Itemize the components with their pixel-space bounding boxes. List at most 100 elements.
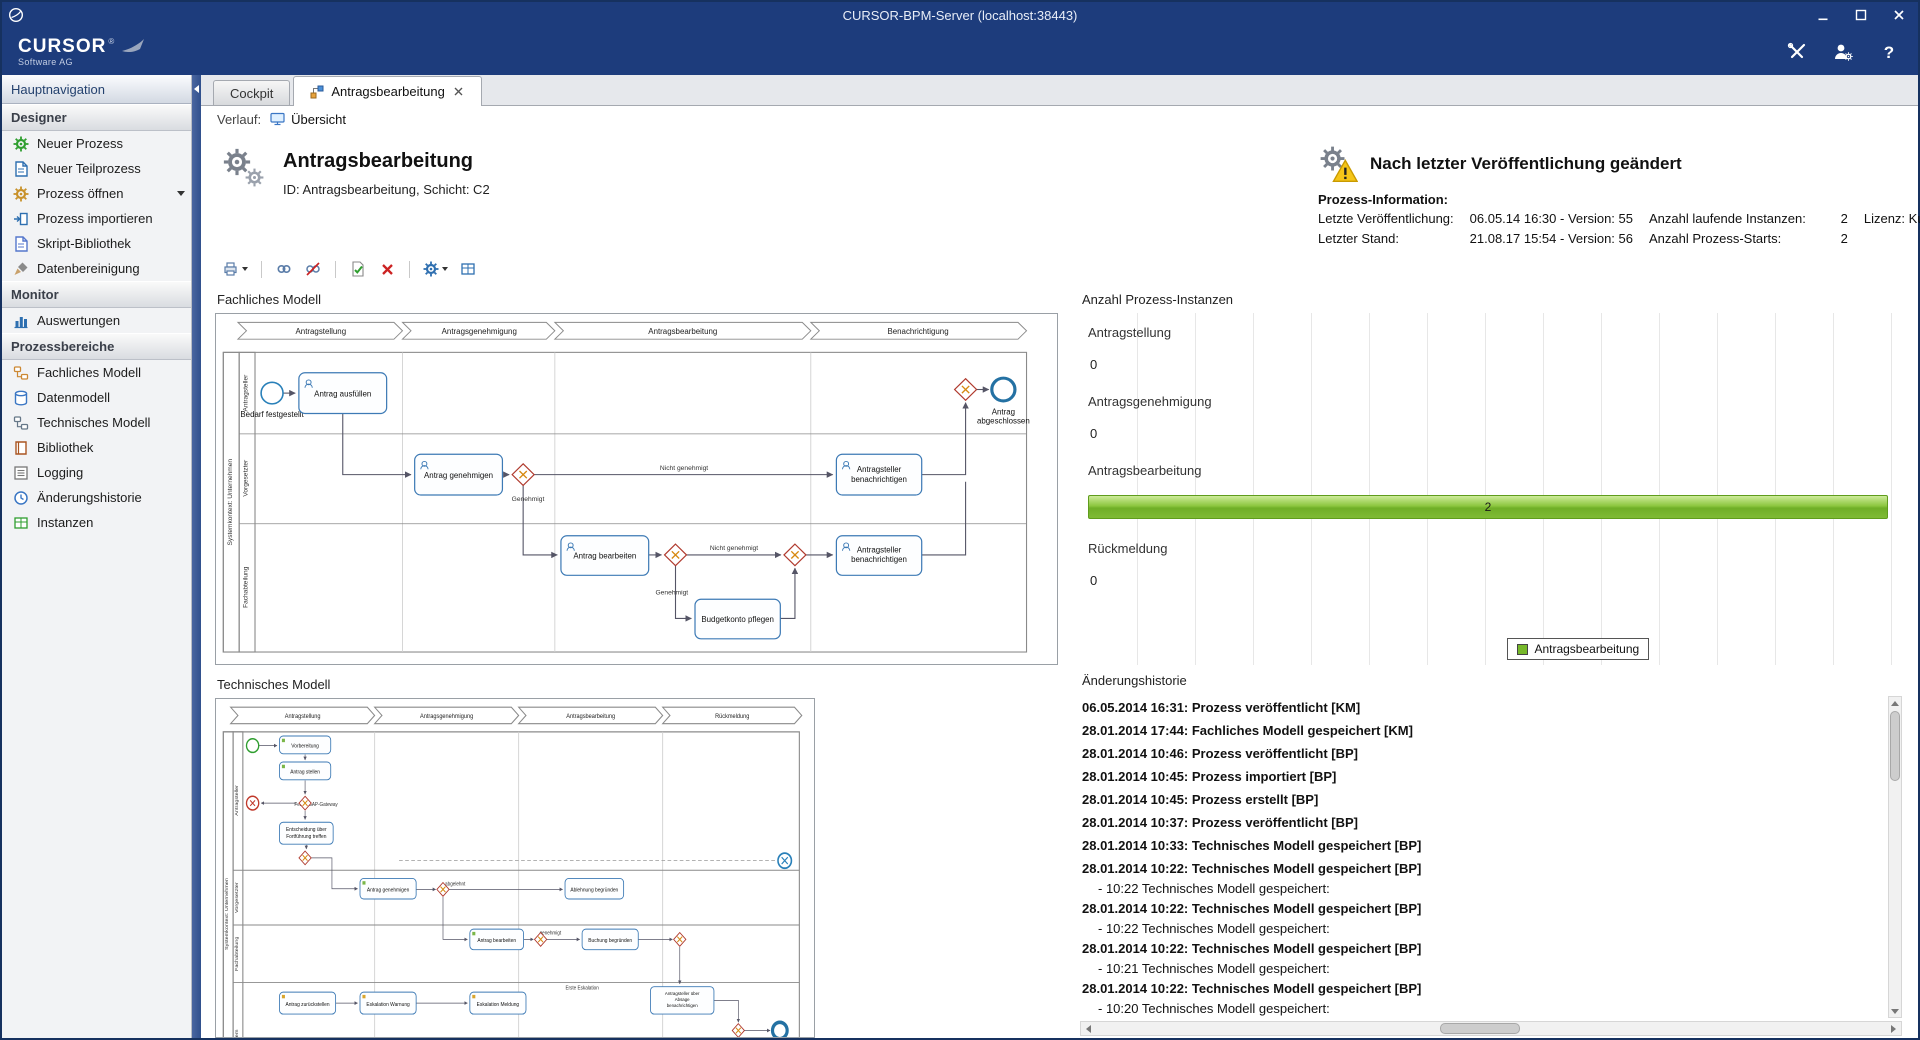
validate-button[interactable] (346, 257, 370, 281)
sidebar-item-datenmodell[interactable]: Datenmodell (2, 385, 191, 410)
export-button[interactable] (219, 257, 251, 281)
scroll-left-icon[interactable] (1081, 1022, 1096, 1035)
task: Vorbereitung (279, 736, 330, 754)
tab-cockpit[interactable]: Cockpit (213, 80, 290, 105)
svg-text:Antragsbearbeitung: Antragsbearbeitung (648, 327, 717, 336)
svg-text:Antragsteller: Antragsteller (243, 374, 250, 412)
sequence-flows (283, 390, 989, 619)
overview-icon (270, 112, 285, 126)
history-scrollbar[interactable] (1888, 696, 1902, 1018)
svg-text:Antrag zurückstellen: Antrag zurückstellen (285, 1002, 329, 1008)
gateway (299, 851, 311, 865)
help-icon[interactable]: ? (1876, 39, 1902, 65)
process-info-block: Nach letzter Veröffentlichung geändert P… (1318, 144, 1906, 248)
toolbar (201, 252, 1918, 286)
svg-text:Systemkontext: Unternehmen: Systemkontext: Unternehmen (227, 459, 234, 546)
technical-model-panel[interactable]: Antragstellung Antragsgenehmigung Antrag… (215, 698, 815, 1038)
tools-icon[interactable] (1784, 39, 1810, 65)
toolbar-separator (409, 261, 410, 278)
svg-text:Entscheidung überFortführung t: Entscheidung überFortführung treffen (286, 827, 327, 840)
svg-text:Antragsgenehmigung: Antragsgenehmigung (420, 714, 473, 720)
sidebar-item-neuer-teilprozess[interactable]: Neuer Teilprozess (2, 156, 191, 181)
running-instances-value: 2 (1822, 210, 1848, 228)
horizontal-scrollbar[interactable] (1080, 1021, 1902, 1036)
business-model-title: Fachliches Modell (217, 292, 1060, 307)
technical-model-diagram: Antragstellung Antragsgenehmigung Antrag… (216, 699, 814, 1038)
svg-text:Antragsbearbeitung: Antragsbearbeitung (566, 714, 615, 720)
title-bar: CURSOR-BPM-Server (localhost:38443) (2, 2, 1918, 28)
svg-text:Systemkontext: Unternehmen: Systemkontext: Unternehmen (224, 878, 230, 950)
sidebar-item-prozess-oeffnen[interactable]: Prozess öffnen (2, 181, 191, 206)
svg-text:Rückmeldung: Rückmeldung (715, 714, 749, 720)
sidebar-section-designer[interactable]: Designer (2, 104, 191, 131)
sidebar-item-technisches-modell[interactable]: Technisches Modell (2, 410, 191, 435)
task-antrag-ausfuellen: Antrag ausfüllen (299, 373, 387, 414)
svg-text:Buchung begründen: Buchung begründen (588, 938, 632, 944)
unlink-button[interactable] (301, 257, 325, 281)
technical-model-icon (13, 415, 29, 431)
user-settings-icon[interactable] (1830, 39, 1856, 65)
chart-value: 0 (1088, 426, 1892, 441)
gateway (955, 379, 977, 401)
task-antragsteller-benachrichtigen-1: Antragstellerbenachrichtigen (836, 454, 921, 495)
scrollbar-thumb[interactable] (1890, 711, 1900, 781)
sidebar-collapse-handle[interactable] (192, 75, 201, 1038)
scroll-right-icon[interactable] (1886, 1022, 1901, 1035)
sidebar-item-fachliches-modell[interactable]: Fachliches Modell (2, 360, 191, 385)
tab-close-icon[interactable] (452, 85, 465, 98)
sidebar-item-prozess-importieren[interactable]: Prozess importieren (2, 206, 191, 231)
sidebar-section-prozessbereiche[interactable]: Prozessbereiche (2, 333, 191, 360)
svg-text:abgelehnt: abgelehnt (445, 881, 466, 887)
sidebar-item-instanzen[interactable]: Instanzen (2, 510, 191, 535)
app-window: CURSOR-BPM-Server (localhost:38443) CURS… (0, 0, 1920, 1040)
svg-text:Antragsgenehmigung: Antragsgenehmigung (442, 327, 517, 336)
process-gears-icon (219, 144, 267, 192)
sidebar-item-neuer-prozess[interactable]: Neuer Prozess (2, 131, 191, 156)
brand-logo: CURSOR ® Software AG (18, 37, 146, 67)
breadcrumb-item-uebersicht[interactable]: Übersicht (270, 112, 346, 127)
close-button[interactable] (1880, 2, 1918, 28)
error-event (247, 796, 259, 810)
scroll-down-icon[interactable] (1890, 1005, 1900, 1017)
tab-antragsbearbeitung[interactable]: Antragsbearbeitung (293, 76, 481, 106)
sidebar-item-auswertungen[interactable]: Auswertungen (2, 308, 191, 333)
history-entry: 28.01.2014 10:22: Technisches Modell ges… (1082, 897, 1888, 937)
sidebar-section-monitor[interactable]: Monitor (2, 281, 191, 308)
settings-button[interactable] (420, 257, 451, 281)
sidebar-item-skript-bibliothek[interactable]: Skript-Bibliothek (2, 231, 191, 256)
maximize-button[interactable] (1842, 2, 1880, 28)
sidebar-item-datenbereinigung[interactable]: Datenbereinigung (2, 256, 191, 281)
business-model-diagram: Antragstellung Antragsgenehmigung Antrag… (216, 314, 1057, 664)
process-starts-label: Anzahl Prozess-Starts: (1649, 230, 1806, 248)
sidebar-item-bibliothek[interactable]: Bibliothek (2, 435, 191, 460)
chart-bar-value: 2 (1485, 500, 1492, 514)
phase-header: Antragstellung Antragsgenehmigung Antrag… (238, 322, 1027, 339)
svg-text:Antragstellerbenachrichtigen: Antragstellerbenachrichtigen (851, 465, 907, 484)
chart-category: Antragsgenehmigung 0 (1088, 394, 1892, 441)
svg-text:Erste Eskalation: Erste Eskalation (565, 985, 599, 991)
chevron-down-icon[interactable] (177, 191, 185, 196)
gateway (512, 464, 534, 486)
end-event: Antragabgeschlossen (977, 378, 1030, 426)
scrollbar-thumb[interactable] (1440, 1023, 1520, 1034)
business-model-panel[interactable]: Antragstellung Antragsgenehmigung Antrag… (215, 313, 1058, 665)
gear-warning-icon (1318, 144, 1358, 184)
sidebar-title: Hauptnavigation (2, 75, 191, 104)
start-event (247, 739, 259, 753)
delete-button[interactable] (375, 257, 399, 281)
license-info: Lizenz: Kundenprozess (1864, 210, 1920, 228)
scroll-up-icon[interactable] (1890, 697, 1900, 709)
import-process-icon (13, 211, 29, 227)
svg-text:Nicht genehmigt: Nicht genehmigt (660, 465, 708, 472)
svg-text:Antrag bearbeiten: Antrag bearbeiten (477, 938, 516, 944)
breadcrumb: Verlauf: Übersicht (201, 106, 1918, 132)
process-tab-icon (310, 85, 324, 99)
link-button[interactable] (272, 257, 296, 281)
sidebar-item-logging[interactable]: Logging (2, 460, 191, 485)
link-end-event (778, 853, 791, 868)
sidebar-item-aenderungshistorie[interactable]: Änderungshistorie (2, 485, 191, 510)
collapse-arrow-icon (194, 85, 199, 93)
chart-category: Rückmeldung 0 (1088, 541, 1892, 588)
table-view-button[interactable] (456, 257, 480, 281)
minimize-button[interactable] (1804, 2, 1842, 28)
